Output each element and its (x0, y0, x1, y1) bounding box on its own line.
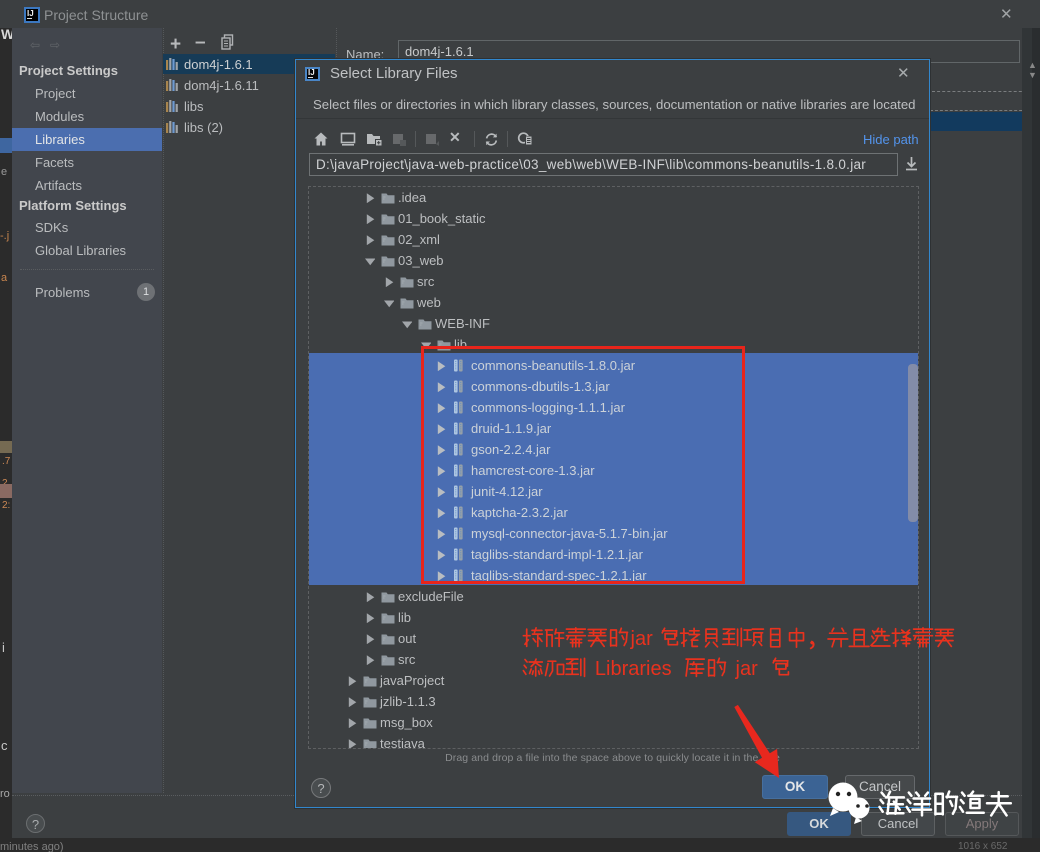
svg-text:jar: jar (735, 658, 759, 680)
svg-text:Libraries: Libraries (595, 658, 672, 680)
svg-text:jar: jar (630, 628, 654, 650)
